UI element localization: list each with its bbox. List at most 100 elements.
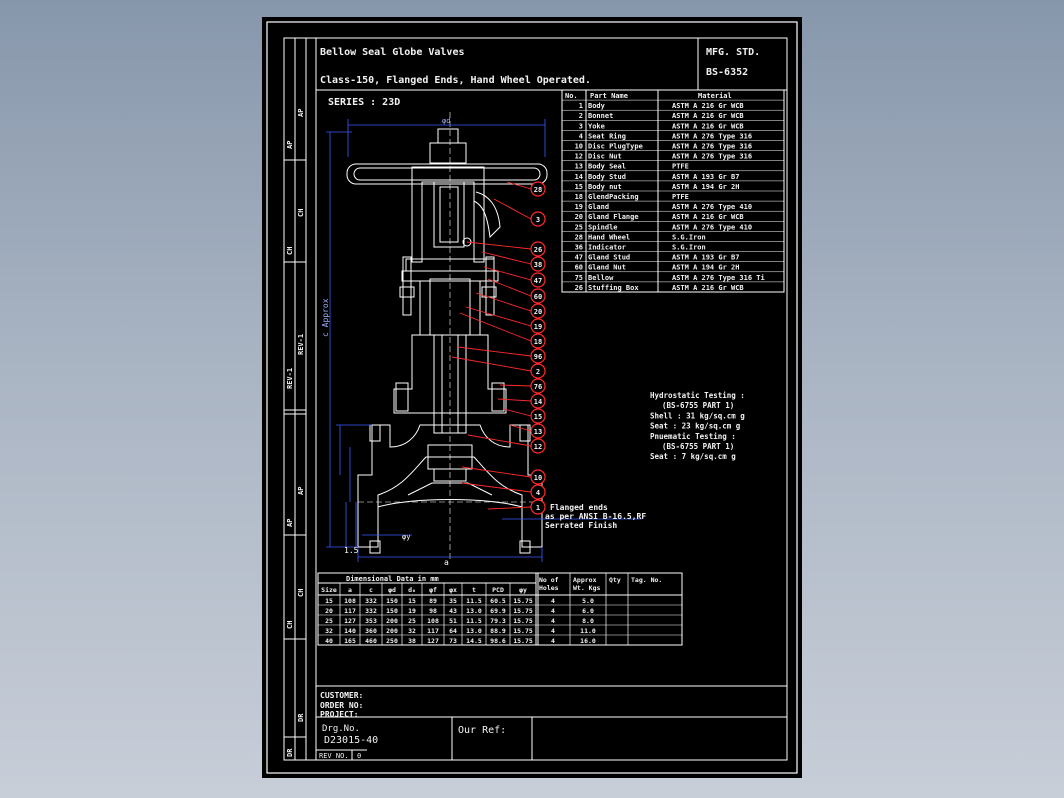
extra-cell: 4 — [551, 617, 555, 625]
side-label: CH — [297, 209, 305, 217]
flange-note-line-2: as per ANSI B-16.5,RF — [545, 512, 646, 521]
drawing-sheet: AP AP CH CH REV-1 REV-1 AP AP CH CH DR DR Bellow Se… — [262, 17, 802, 778]
parts-cell-name: Gland — [588, 203, 609, 211]
parts-header-material: Material — [698, 92, 732, 100]
parts-cell-no: 25 — [575, 223, 583, 231]
balloon-number: 19 — [534, 323, 542, 331]
dim-cell: 32 — [408, 627, 416, 635]
dim-cell: 60.5 — [490, 597, 506, 605]
valve-drawing — [346, 112, 548, 562]
parts-cell-material: PTFE — [672, 163, 689, 171]
dim-cell: 250 — [386, 637, 398, 645]
side-label: REV-1 — [297, 334, 305, 355]
dim-cell: 89 — [429, 597, 437, 605]
balloon-callouts: 28 3 26 38 47 60 20 19 18 96 2 76 14 15 13 12 10 4 1 — [451, 181, 546, 515]
parts-cell-material: ASTM A 276 Type 316 Ti — [672, 274, 765, 282]
extra-cell: 4 — [551, 597, 555, 605]
dim-header-cell: φd — [388, 586, 396, 594]
testing-note-line: Hydrostatic Testing : — [650, 391, 745, 400]
dim-cell: 15.75 — [513, 627, 533, 635]
parts-cell-no: 12 — [575, 153, 583, 161]
balloon-number: 14 — [534, 398, 542, 406]
parts-cell-name: Spindle — [588, 223, 618, 231]
parts-cell-material: ASTM A 276 Type 316 — [672, 132, 752, 140]
dim-cell: 200 — [386, 627, 398, 635]
order-no-label: ORDER NO: — [320, 701, 363, 710]
dim-cell: 38 — [408, 637, 416, 645]
parts-cell-name: GlendPacking — [588, 193, 639, 201]
mfg-standard: BS-6352 — [706, 67, 748, 78]
parts-cell-material: ASTM A 276 Type 410 — [672, 223, 752, 231]
parts-cell-no: 15 — [575, 183, 583, 191]
leader-line — [457, 346, 532, 357]
leader-line — [481, 251, 532, 265]
dim-cell: 127 — [344, 617, 356, 625]
cad-drawing: AP AP CH CH REV-1 REV-1 AP AP CH CH DR DR Bellow Se… — [266, 21, 798, 774]
extra-cell: 8.0 — [582, 617, 594, 625]
dim-cell: 15 — [408, 597, 416, 605]
dim-cell: 150 — [386, 597, 398, 605]
parts-cell-material: ASTM A 193 Gr B7 — [672, 254, 739, 262]
dim-cell: 140 — [344, 627, 356, 635]
parts-cell-no: 60 — [575, 264, 583, 272]
dim-cell: 117 — [344, 607, 356, 615]
leader-line — [466, 241, 532, 250]
drawing-subtitle: Class-150, Flanged Ends, Hand Wheel Oper… — [320, 75, 591, 86]
parts-cell-material: ASTM A 216 Gr WCB — [672, 122, 744, 130]
extra-cell: 5.0 — [582, 597, 594, 605]
parts-cell-name: Indicator — [588, 244, 626, 252]
parts-table: No. Part Name Material 1 Body ASTM A 216 Gr W… — [561, 89, 785, 293]
extra-cell: 4 — [551, 607, 555, 615]
extra-header-cell: Holes — [539, 584, 559, 592]
series-label: SERIES : 23D — [328, 97, 400, 108]
leader-line — [483, 266, 532, 281]
parts-cell-no: 75 — [575, 274, 583, 282]
parts-cell-name: Bonnet — [588, 112, 613, 120]
parts-cell-no: 1 — [579, 102, 583, 110]
dim-cell: 15 — [325, 597, 333, 605]
dim-cell: 51 — [449, 617, 457, 625]
balloon-number: 20 — [534, 308, 542, 316]
dim-cell: 25 — [325, 617, 333, 625]
dim-header-cell: t — [472, 586, 476, 594]
dim-header-cell: a — [348, 586, 352, 594]
parts-cell-name: Seat Ring — [588, 132, 626, 140]
dim-top-label: φd — [442, 117, 450, 125]
parts-cell-no: 10 — [575, 143, 583, 151]
dim-cell: 15.75 — [513, 597, 533, 605]
dim-height-label: c Approx — [321, 298, 330, 337]
side-label: AP — [286, 519, 294, 527]
parts-cell-name: Disc Nut — [588, 153, 622, 161]
parts-cell-no: 19 — [575, 203, 583, 211]
dim-cell: 98.6 — [490, 637, 506, 645]
dim-cell: 15.75 — [513, 637, 533, 645]
dim-cell: 127 — [427, 637, 439, 645]
parts-cell-material: ASTM A 216 Gr WCB — [672, 213, 744, 221]
dim-cell: 19 — [408, 607, 416, 615]
dim-cell: 11.5 — [466, 617, 482, 625]
parts-cell-name: Body Stud — [588, 173, 626, 181]
side-label: REV-1 — [286, 368, 294, 389]
side-label: AP — [286, 141, 294, 149]
parts-cell-no: 36 — [575, 244, 583, 252]
dim-cell: 108 — [427, 617, 439, 625]
our-ref-label: Our Ref: — [458, 725, 506, 736]
dim-small-label: 1.5 — [344, 546, 359, 555]
dim-cell: 69.9 — [490, 607, 506, 615]
parts-cell-no: 4 — [579, 132, 583, 140]
parts-cell-no: 13 — [575, 163, 583, 171]
leader-line — [461, 466, 532, 478]
balloon-number: 96 — [534, 353, 542, 361]
parts-cell-material: ASTM A 276 Type 316 — [672, 143, 752, 151]
parts-cell-no: 20 — [575, 213, 583, 221]
parts-cell-name: Gland Stud — [588, 254, 630, 262]
parts-cell-material: ASTM A 216 Gr WCB — [672, 284, 744, 292]
dim-cell: 332 — [365, 607, 377, 615]
parts-cell-no: 47 — [575, 254, 583, 262]
dim-cell: 108 — [344, 597, 356, 605]
drg-number: D23015-40 — [324, 735, 378, 746]
dim-header-cell: PCD — [492, 586, 504, 594]
parts-header-name: Part Name — [590, 92, 628, 100]
dim-cell: 64 — [449, 627, 457, 635]
parts-cell-material: ASTM A 276 Type 410 — [672, 203, 752, 211]
